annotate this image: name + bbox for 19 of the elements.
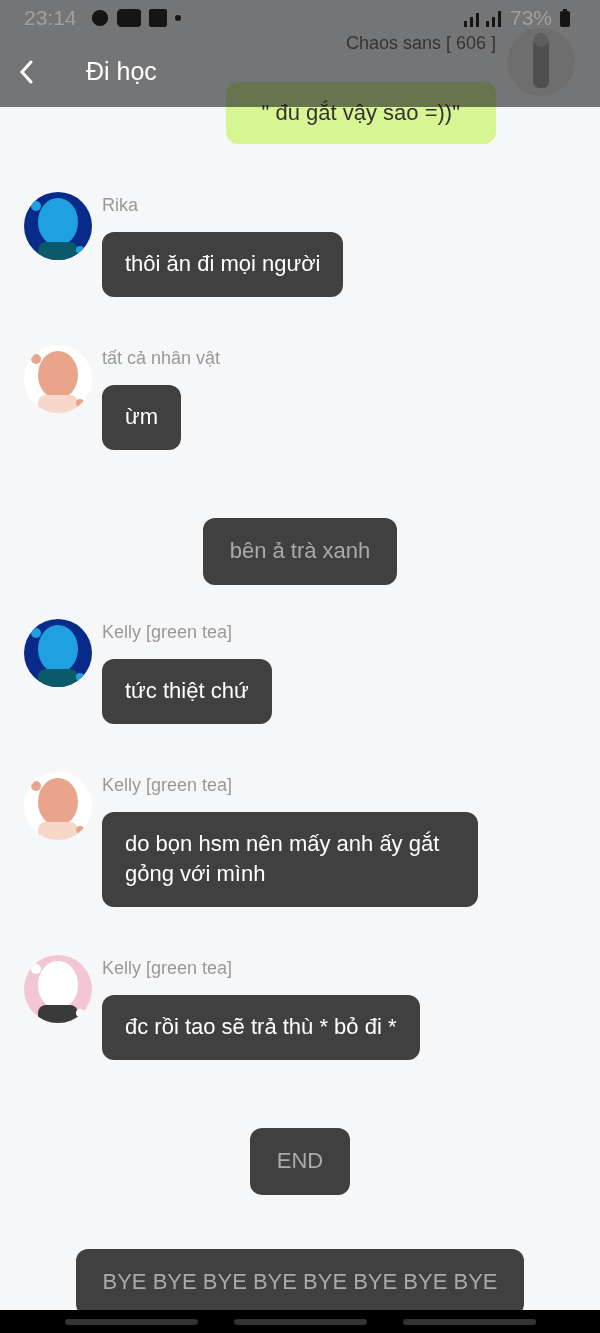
notification-dot-icon — [175, 15, 182, 21]
sender-name: Chaos sans [ 606 ] — [345, 32, 496, 54]
narration-bubble: END — [249, 1128, 351, 1195]
sender-name: Kelly [green tea] — [102, 957, 233, 979]
message-bubble: thôi ăn đi mọi người — [102, 232, 344, 297]
message-bubble: do bọn hsm nên mấy anh ấy gắt gỏng với mình — [102, 812, 478, 907]
message-bubble: " đu gắt vậy sao =))" — [225, 82, 496, 144]
sender-name: Kelly [green tea] — [102, 621, 233, 643]
sender-name: Rika — [102, 194, 138, 216]
sender-name: Kelly [green tea] — [102, 774, 233, 796]
battery-icon — [560, 9, 570, 27]
narration-bubble: bên ả trà xanh — [202, 518, 398, 585]
message-bubble: tức thiệt chứ — [102, 659, 272, 724]
message-bubble: đc rồi tao sẽ trả thù * bỏ đi * — [102, 995, 420, 1060]
chat-title: Đi học — [86, 57, 157, 86]
message-bubble: ừm — [102, 385, 182, 450]
signal-icon — [461, 9, 502, 27]
back-icon[interactable] — [19, 59, 33, 84]
sender-name: tất cả nhân vật — [102, 347, 221, 369]
